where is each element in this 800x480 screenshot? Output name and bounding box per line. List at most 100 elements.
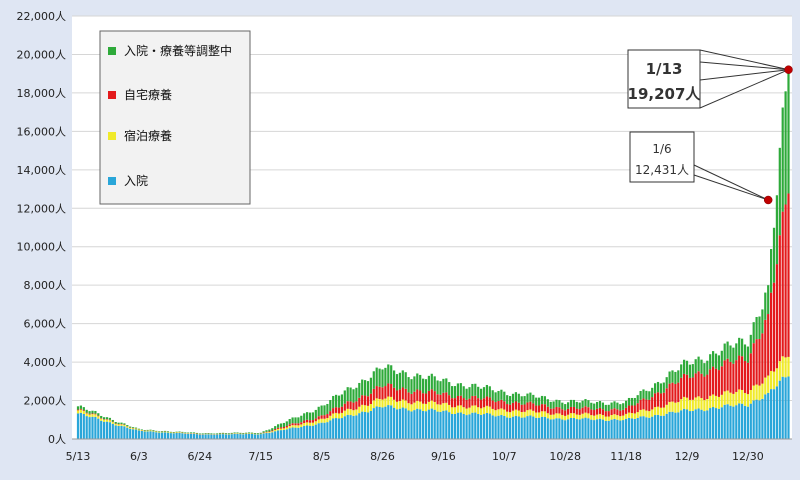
bar-segment bbox=[178, 432, 181, 439]
bar-segment bbox=[630, 405, 633, 414]
bar-segment bbox=[723, 360, 726, 392]
bar-segment bbox=[691, 364, 694, 378]
bar-segment bbox=[91, 410, 94, 414]
bar-segment bbox=[755, 399, 758, 439]
bar-segment bbox=[262, 433, 265, 439]
bar-segment bbox=[709, 395, 712, 409]
bar-segment bbox=[613, 414, 616, 419]
bar-segment bbox=[448, 412, 451, 439]
bar-segment bbox=[636, 395, 639, 404]
bar-segment bbox=[500, 399, 503, 409]
bar-segment bbox=[764, 394, 767, 439]
bar-segment bbox=[500, 389, 503, 400]
bar-segment bbox=[340, 412, 343, 419]
bar-segment bbox=[343, 416, 346, 439]
bar-segment bbox=[355, 415, 358, 439]
bar-segment bbox=[491, 390, 494, 401]
bar-segment bbox=[717, 396, 720, 409]
bar-segment bbox=[622, 409, 625, 416]
bar-segment bbox=[665, 413, 668, 439]
bar-segment bbox=[375, 386, 378, 399]
bar-segment bbox=[76, 406, 80, 410]
bar-segment bbox=[726, 341, 729, 359]
bar-segment bbox=[775, 264, 778, 369]
bar-segment bbox=[422, 403, 425, 411]
bar-segment bbox=[456, 383, 459, 396]
bar-segment bbox=[166, 431, 169, 432]
bar-segment bbox=[245, 434, 248, 439]
legend-swatch bbox=[108, 91, 116, 99]
bar-segment bbox=[413, 376, 416, 392]
bar-segment bbox=[395, 374, 399, 391]
y-tick-label: 8,000人 bbox=[24, 279, 67, 292]
bar-segment bbox=[126, 425, 129, 427]
bar-segment bbox=[453, 398, 457, 408]
bar-segment bbox=[387, 383, 390, 397]
bar-segment bbox=[596, 419, 599, 439]
bar-segment bbox=[343, 390, 346, 404]
bar-segment bbox=[282, 428, 285, 431]
bar-segment bbox=[581, 400, 584, 408]
bar-segment bbox=[593, 420, 596, 439]
legend-swatch bbox=[108, 177, 116, 185]
bar-segment bbox=[155, 432, 158, 439]
bar-segment bbox=[735, 343, 738, 361]
bar-segment bbox=[184, 432, 187, 433]
bar-segment bbox=[404, 372, 407, 389]
bar-segment bbox=[198, 433, 201, 435]
bar-segment bbox=[526, 393, 529, 403]
bar-segment bbox=[117, 424, 120, 426]
bar-segment bbox=[381, 387, 384, 400]
bar-segment bbox=[627, 412, 631, 418]
bar-segment bbox=[282, 426, 285, 429]
bar-segment bbox=[651, 416, 654, 439]
bar-segment bbox=[645, 410, 648, 418]
bar-segment bbox=[178, 432, 181, 433]
bar-segment bbox=[172, 431, 175, 433]
bar-segment bbox=[320, 405, 323, 416]
bar-segment bbox=[567, 408, 570, 415]
bar-segment bbox=[407, 392, 410, 404]
bar-segment bbox=[543, 416, 546, 439]
bar-segment bbox=[361, 404, 364, 412]
bar-segment bbox=[465, 388, 468, 400]
bar-segment bbox=[108, 422, 111, 439]
bar-segment bbox=[677, 382, 680, 403]
bar-segment bbox=[625, 400, 628, 408]
bar-segment bbox=[85, 416, 88, 439]
callout-date: 1/6 bbox=[652, 142, 671, 156]
bar-segment bbox=[349, 415, 352, 439]
bar-segment bbox=[192, 433, 196, 439]
bar-segment bbox=[439, 394, 442, 405]
bar-segment bbox=[526, 410, 529, 417]
bar-segment bbox=[395, 401, 399, 410]
bar-segment bbox=[552, 408, 555, 415]
bar-segment bbox=[671, 401, 674, 412]
bar-segment bbox=[108, 420, 111, 423]
bar-segment bbox=[584, 417, 587, 439]
bar-segment bbox=[784, 204, 787, 358]
bar-segment bbox=[712, 366, 715, 395]
bar-segment bbox=[114, 425, 117, 439]
bar-segment bbox=[152, 430, 155, 432]
bar-segment bbox=[187, 432, 190, 434]
bar-segment bbox=[688, 377, 691, 400]
bar-segment bbox=[129, 428, 132, 439]
bar-segment bbox=[300, 427, 303, 439]
bar-segment bbox=[410, 411, 413, 439]
bar-segment bbox=[781, 107, 784, 212]
bar-segment bbox=[114, 422, 117, 424]
bar-segment bbox=[604, 411, 607, 417]
bar-segment bbox=[337, 407, 341, 414]
bar-segment bbox=[306, 412, 309, 420]
bar-segment bbox=[770, 292, 773, 371]
bar-segment bbox=[552, 401, 555, 409]
bar-segment bbox=[410, 379, 413, 394]
bar-segment bbox=[636, 412, 639, 418]
bar-segment bbox=[390, 365, 393, 384]
bar-segment bbox=[746, 406, 749, 439]
bar-segment bbox=[268, 429, 271, 432]
bar-segment bbox=[111, 423, 114, 439]
bar-segment bbox=[584, 399, 587, 407]
bar-segment bbox=[297, 417, 300, 424]
